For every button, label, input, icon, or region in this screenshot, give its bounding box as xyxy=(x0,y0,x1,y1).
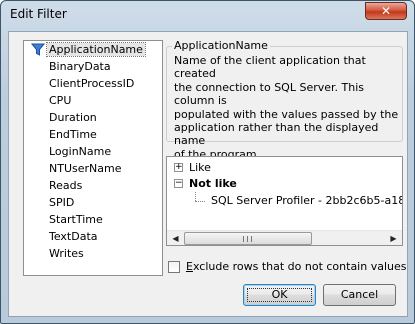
column-item-label: CPU xyxy=(49,94,72,107)
column-item-ntusername[interactable]: NTUserName xyxy=(24,160,162,177)
column-item-reads[interactable]: Reads xyxy=(24,177,162,194)
column-item-binarydata[interactable]: BinaryData xyxy=(24,58,162,75)
ok-button[interactable]: OK xyxy=(243,284,316,306)
column-item-label: LoginName xyxy=(49,145,112,158)
grip-icon xyxy=(243,236,252,242)
column-item-applicationname[interactable]: ApplicationName xyxy=(24,41,162,58)
description-line: populated with the values passed by the xyxy=(174,107,399,121)
column-item-label: NTUserName xyxy=(49,162,122,175)
column-item-label: EndTime xyxy=(49,128,97,141)
mnemonic-letter: E xyxy=(186,260,193,273)
column-item-duration[interactable]: Duration xyxy=(24,109,162,126)
column-item-label: SPID xyxy=(49,196,75,209)
exclude-rows-checkbox[interactable] xyxy=(168,261,180,273)
column-item-spid[interactable]: SPID xyxy=(24,194,162,211)
ok-button-label: OK xyxy=(244,285,315,305)
tree-node-label: Like xyxy=(189,161,211,174)
tree-node-value[interactable]: SQL Server Profiler - 2bb2c6b5-a186-45 xyxy=(211,193,403,209)
scroll-thumb[interactable] xyxy=(184,232,312,245)
title-bar[interactable]: Edit Filter ✕ xyxy=(1,1,414,27)
cancel-button[interactable]: Cancel xyxy=(323,284,396,306)
column-item-loginname[interactable]: LoginName xyxy=(24,143,162,160)
tree-node-label: Not like xyxy=(189,177,237,190)
description-text: Name of the client application that crea… xyxy=(174,54,402,161)
column-item-starttime[interactable]: StartTime xyxy=(24,211,162,228)
column-item-endtime[interactable]: EndTime xyxy=(24,126,162,143)
column-item-label: Reads xyxy=(49,179,83,192)
column-item-label: ApplicationName xyxy=(46,42,146,57)
column-list[interactable]: ApplicationName BinaryData ClientProcess… xyxy=(23,40,163,276)
column-item-label: Writes xyxy=(49,247,84,260)
column-item-label: StartTime xyxy=(49,213,103,226)
exclude-rows-label: Exclude rows that do not contain values xyxy=(186,260,407,274)
filter-condition-tree[interactable]: + Like − Not like SQL Server Profiler - … xyxy=(166,156,403,246)
description-line: the connection to SQL Server. This colum… xyxy=(174,80,364,108)
description-line: Name of the client application that crea… xyxy=(174,54,366,81)
description-line: application rather than the displayed na… xyxy=(174,121,379,148)
filter-value-text: SQL Server Profiler - 2bb2c6b5-a186-45 xyxy=(211,194,403,207)
column-item-label: ClientProcessID xyxy=(49,77,135,90)
tree-connector xyxy=(195,192,196,201)
column-item-writes[interactable]: Writes xyxy=(24,245,162,262)
label-text: xclude rows that do not contain values xyxy=(192,260,407,273)
dialog-body: ApplicationName BinaryData ClientProcess… xyxy=(8,31,408,317)
column-item-textdata[interactable]: TextData xyxy=(24,228,162,245)
column-item-label: Duration xyxy=(49,111,97,124)
close-icon: ✕ xyxy=(380,4,392,18)
column-description-group: ApplicationName Name of the client appli… xyxy=(166,39,403,161)
horizontal-scrollbar[interactable]: ◀ ▶ xyxy=(167,230,402,245)
column-item-cpu[interactable]: CPU xyxy=(24,92,162,109)
scroll-right-icon[interactable]: ▶ xyxy=(386,232,401,245)
expand-icon[interactable]: + xyxy=(174,163,183,172)
tree-connector xyxy=(195,201,205,202)
description-title: ApplicationName xyxy=(172,39,270,52)
collapse-icon[interactable]: − xyxy=(174,179,183,188)
column-item-clientprocessid[interactable]: ClientProcessID xyxy=(24,75,162,92)
cancel-button-label: Cancel xyxy=(340,288,379,301)
scroll-left-icon[interactable]: ◀ xyxy=(168,232,183,245)
funnel-icon xyxy=(31,43,45,56)
edit-filter-dialog: Edit Filter ✕ ApplicationName BinaryData… xyxy=(0,0,415,324)
column-item-label: TextData xyxy=(49,230,98,243)
column-item-label: BinaryData xyxy=(49,60,111,73)
window-title: Edit Filter xyxy=(10,7,67,21)
close-button[interactable]: ✕ xyxy=(365,2,407,20)
